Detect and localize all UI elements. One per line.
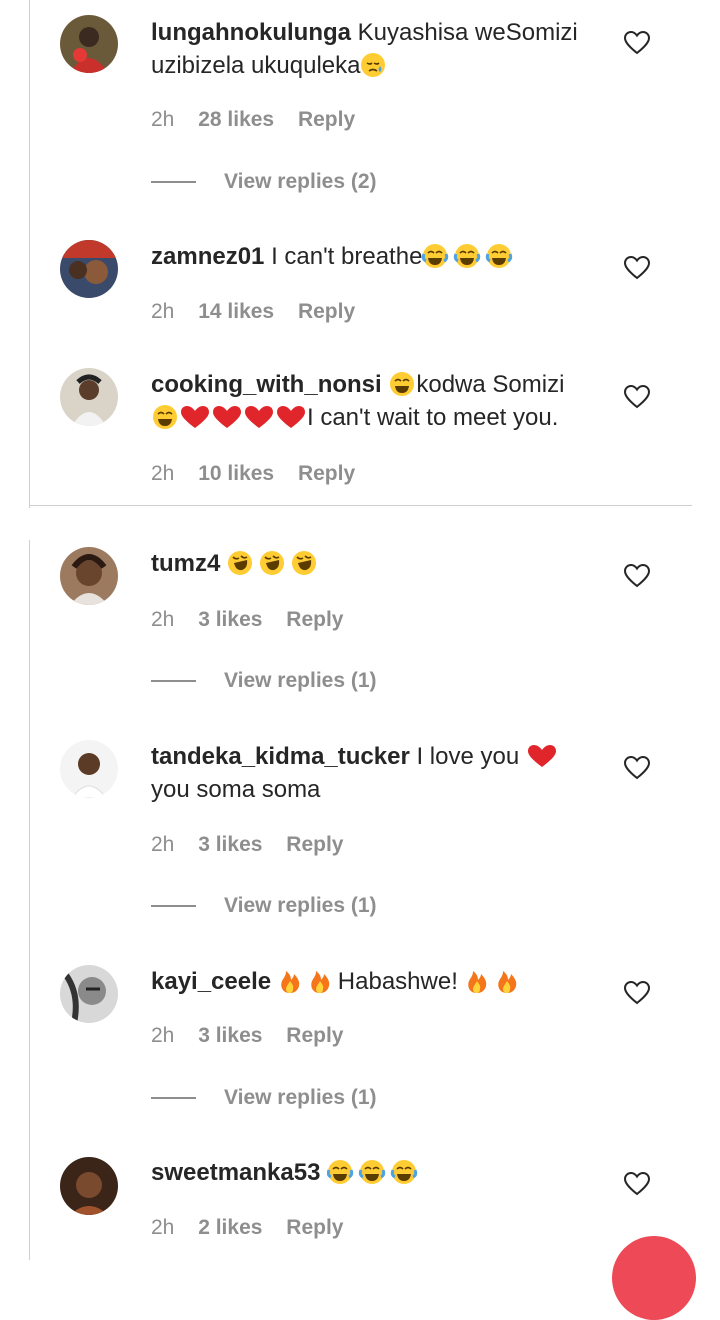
thread-line: [29, 0, 30, 508]
joy-face-icon: [153, 405, 177, 429]
floating-action-button[interactable]: [612, 1236, 696, 1320]
heart-outline-icon[interactable]: [624, 256, 650, 280]
fire-icon: [281, 971, 330, 993]
comment-body: sweetmanka53: [151, 1156, 606, 1189]
username-link[interactable]: tumz4: [151, 550, 220, 577]
reply-button[interactable]: Reply: [298, 108, 355, 131]
timestamp: 2h: [151, 608, 175, 631]
view-replies-label: View replies (1): [224, 894, 377, 917]
avatar[interactable]: [60, 547, 118, 605]
likes-count[interactable]: 28 likes: [198, 108, 274, 131]
comment-body: tandeka_kidma_tucker I love you you soma…: [151, 740, 606, 806]
username-link[interactable]: zamnez01: [151, 243, 264, 270]
heart-outline-icon[interactable]: [624, 756, 650, 780]
fire-icon: [467, 971, 516, 993]
reply-button[interactable]: Reply: [298, 462, 355, 485]
joy-face-icon: [422, 243, 513, 269]
reply-button[interactable]: Reply: [286, 833, 343, 856]
comment-text: kodwa Somizi: [416, 371, 565, 398]
heart-outline-icon[interactable]: [624, 31, 650, 55]
reply-button[interactable]: Reply: [298, 300, 355, 323]
username-link[interactable]: cooking_with_nonsi: [151, 371, 382, 398]
avatar[interactable]: [60, 240, 118, 298]
timestamp: 2h: [151, 300, 175, 323]
likes-count[interactable]: 3 likes: [198, 608, 262, 631]
sleepy-face-icon: [361, 53, 386, 77]
comment-text: I can't wait to meet you.: [307, 404, 559, 431]
likes-count[interactable]: 10 likes: [198, 462, 274, 485]
timestamp: 2h: [151, 1216, 175, 1239]
comment-meta: 2h 3 likes Reply: [151, 833, 361, 857]
timestamp: 2h: [151, 1024, 175, 1047]
view-replies-button[interactable]: View replies (2): [151, 170, 377, 194]
comment-meta: 2h 3 likes Reply: [151, 608, 361, 632]
comment-meta: 2h 10 likes Reply: [151, 462, 373, 486]
reply-dash: [151, 1097, 196, 1100]
joy-face-icon: [327, 1159, 418, 1185]
comment-text: you soma soma: [151, 776, 321, 803]
rofl-face-icon: [228, 550, 317, 576]
heart-outline-icon[interactable]: [624, 564, 650, 588]
thread-line: [29, 540, 30, 1260]
username-link[interactable]: lungahnokulunga: [151, 19, 351, 46]
reply-button[interactable]: Reply: [286, 1216, 343, 1239]
view-replies-button[interactable]: View replies (1): [151, 1086, 377, 1110]
likes-count[interactable]: 3 likes: [198, 1024, 262, 1047]
reply-dash: [151, 905, 196, 908]
reply-dash: [151, 680, 196, 683]
avatar[interactable]: [60, 965, 118, 1023]
comment-body: lungahnokulunga Kuyashisa weSomizi uzibi…: [151, 16, 606, 82]
username-link[interactable]: kayi_ceele: [151, 968, 271, 995]
comment-body: zamnez01 I can't breathe: [151, 240, 606, 273]
avatar[interactable]: [60, 740, 118, 798]
likes-count[interactable]: 3 likes: [198, 833, 262, 856]
view-replies-label: View replies (1): [224, 669, 377, 692]
heart-outline-icon[interactable]: [624, 1172, 650, 1196]
view-replies-button[interactable]: View replies (1): [151, 894, 377, 918]
avatar[interactable]: [60, 15, 118, 73]
comment-meta: 2h 14 likes Reply: [151, 300, 373, 324]
likes-count[interactable]: 14 likes: [198, 300, 274, 323]
timestamp: 2h: [151, 462, 175, 485]
heart-outline-icon[interactable]: [624, 981, 650, 1005]
comment-body: tumz4: [151, 547, 606, 580]
reply-button[interactable]: Reply: [286, 608, 343, 631]
comment-body: cooking_with_nonsi kodwa Somizi I can't w…: [151, 368, 606, 434]
reply-button[interactable]: Reply: [286, 1024, 343, 1047]
joy-face-icon: [390, 372, 415, 396]
avatar[interactable]: [60, 368, 118, 426]
view-replies-label: View replies (2): [224, 170, 377, 193]
view-replies-button[interactable]: View replies (1): [151, 669, 377, 693]
view-replies-label: View replies (1): [224, 1086, 377, 1109]
comment-meta: 2h 3 likes Reply: [151, 1024, 361, 1048]
red-heart-icon: [527, 745, 556, 767]
comment-text: Habashwe!: [337, 968, 458, 995]
comment-meta: 2h 28 likes Reply: [151, 108, 373, 132]
heart-outline-icon[interactable]: [624, 385, 650, 409]
avatar[interactable]: [60, 1157, 118, 1215]
username-link[interactable]: tandeka_kidma_tucker: [151, 743, 410, 770]
red-heart-icon: [181, 406, 305, 428]
comment-text: I can't breathe: [271, 243, 423, 270]
likes-count[interactable]: 2 likes: [198, 1216, 262, 1239]
comment-meta: 2h 2 likes Reply: [151, 1216, 361, 1240]
section-divider: [29, 505, 692, 506]
comment-text: I love you: [416, 743, 520, 770]
comment-body: kayi_ceele Habashwe!: [151, 965, 606, 998]
username-link[interactable]: sweetmanka53: [151, 1159, 320, 1186]
timestamp: 2h: [151, 833, 175, 856]
reply-dash: [151, 181, 196, 184]
timestamp: 2h: [151, 108, 175, 131]
